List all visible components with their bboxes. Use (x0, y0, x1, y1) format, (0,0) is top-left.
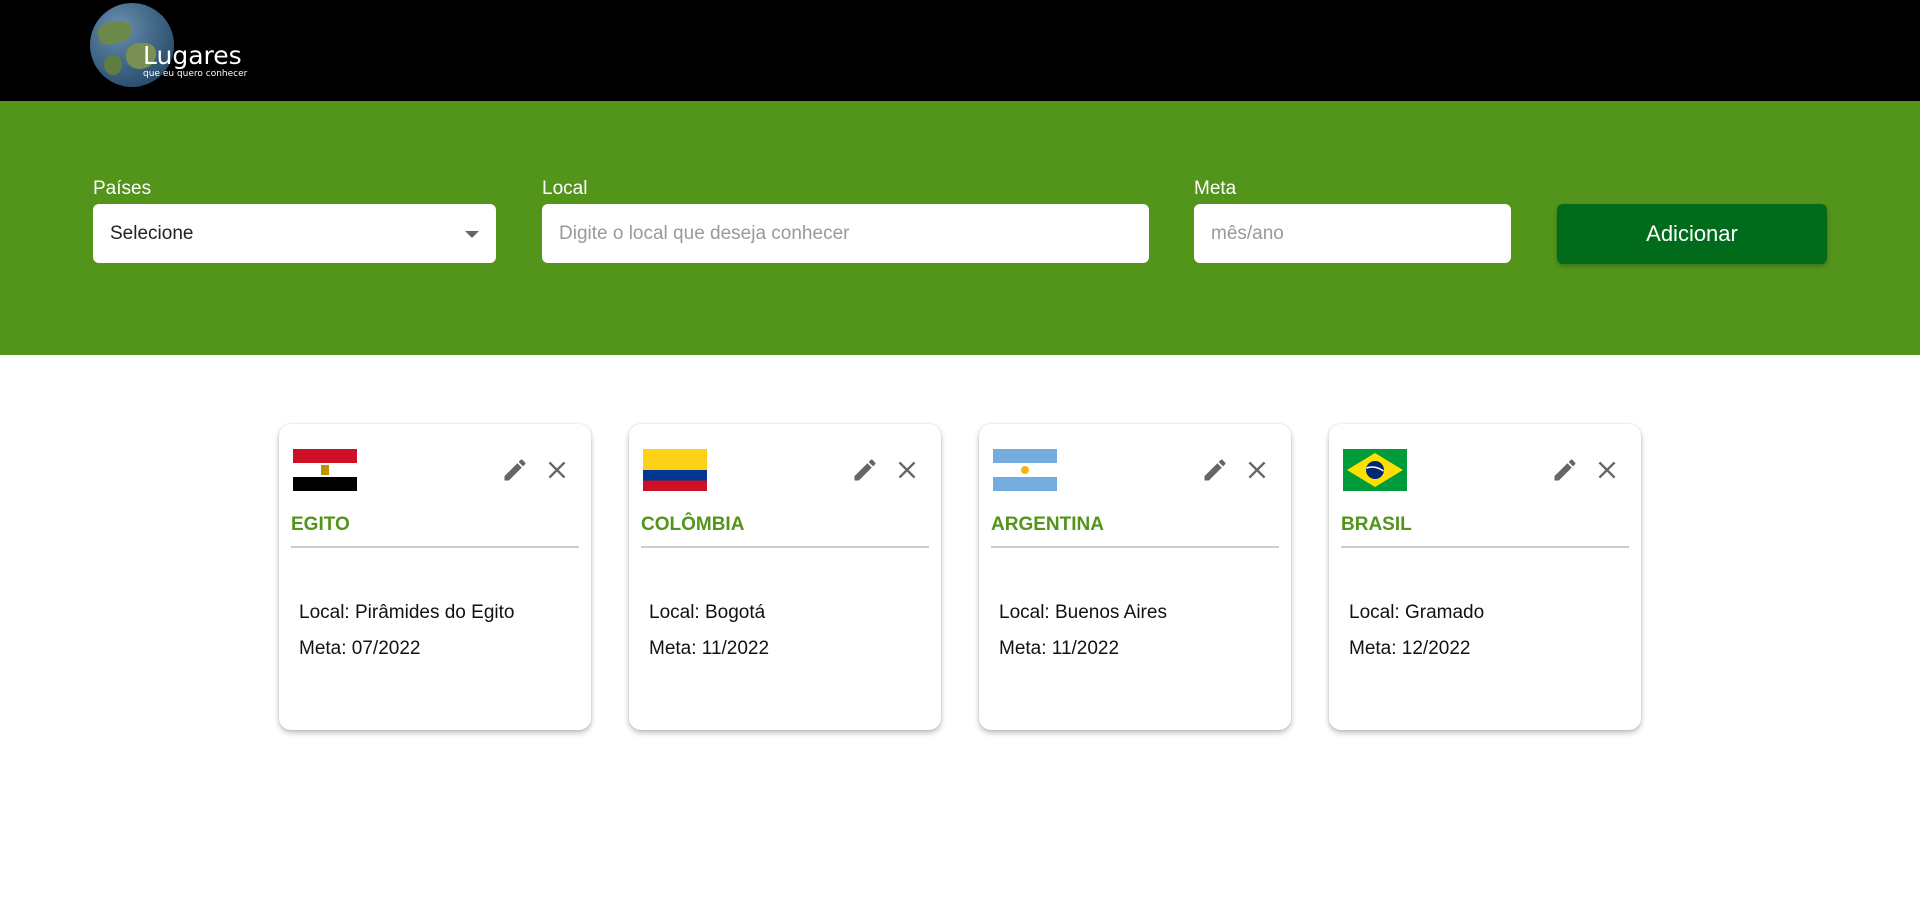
card-country: ARGENTINA (991, 514, 1104, 535)
countries-label: Países (93, 178, 152, 199)
card-divider (641, 546, 929, 548)
countries-select-value: Selecione (110, 222, 194, 244)
pencil-icon[interactable] (501, 456, 529, 484)
top-bar: Lugares que eu quero conhecer (0, 0, 1920, 101)
card-country: BRASIL (1341, 514, 1412, 535)
card-meta: Meta: 07/2022 (299, 638, 421, 659)
place-card: COLÔMBIA Local: Bogotá Meta: 11/2022 (629, 424, 941, 730)
colombia-flag-icon (643, 449, 707, 491)
card-local: Local: Pirâmides do Egito (299, 602, 515, 623)
pencil-icon[interactable] (1551, 456, 1579, 484)
card-meta: Meta: 12/2022 (1349, 638, 1471, 659)
add-button[interactable]: Adicionar (1557, 204, 1827, 264)
card-local: Local: Buenos Aires (999, 602, 1167, 623)
dropdown-arrow-icon (465, 231, 479, 238)
place-card: ARGENTINA Local: Buenos Aires Meta: 11/2… (979, 424, 1291, 730)
pencil-icon[interactable] (851, 456, 879, 484)
countries-select[interactable]: Selecione (93, 204, 496, 263)
goal-input-placeholder: mês/ano (1211, 222, 1284, 244)
close-icon[interactable] (1594, 457, 1620, 483)
goal-input[interactable]: mês/ano (1194, 204, 1511, 263)
card-meta: Meta: 11/2022 (649, 638, 770, 659)
card-local: Local: Gramado (1349, 602, 1485, 623)
card-country: COLÔMBIA (641, 514, 745, 535)
card-meta: Meta: 11/2022 (999, 638, 1120, 659)
card-divider (291, 546, 579, 548)
pencil-icon[interactable] (1201, 456, 1229, 484)
argentina-flag-icon (993, 449, 1057, 491)
place-card: BRASIL Local: Gramado Meta: 12/2022 (1329, 424, 1641, 730)
goal-label: Meta (1194, 178, 1237, 199)
logo-subtitle: que eu quero conhecer (143, 69, 248, 79)
place-card: EGITO Local: Pirâmides do Egito Meta: 07… (279, 424, 591, 730)
close-icon[interactable] (544, 457, 570, 483)
local-label: Local (542, 178, 588, 199)
brazil-flag-icon (1343, 449, 1407, 491)
logo[interactable]: Lugares que eu quero conhecer (90, 3, 270, 87)
card-country: EGITO (291, 514, 350, 535)
close-icon[interactable] (894, 457, 920, 483)
card-local: Local: Bogotá (649, 602, 766, 623)
card-divider (1341, 546, 1629, 548)
card-divider (991, 546, 1279, 548)
local-input[interactable]: Digite o local que deseja conhecer (542, 204, 1149, 263)
egypt-flag-icon (293, 449, 357, 491)
logo-title: Lugares (143, 41, 242, 70)
close-icon[interactable] (1244, 457, 1270, 483)
local-input-placeholder: Digite o local que deseja conhecer (559, 222, 850, 244)
